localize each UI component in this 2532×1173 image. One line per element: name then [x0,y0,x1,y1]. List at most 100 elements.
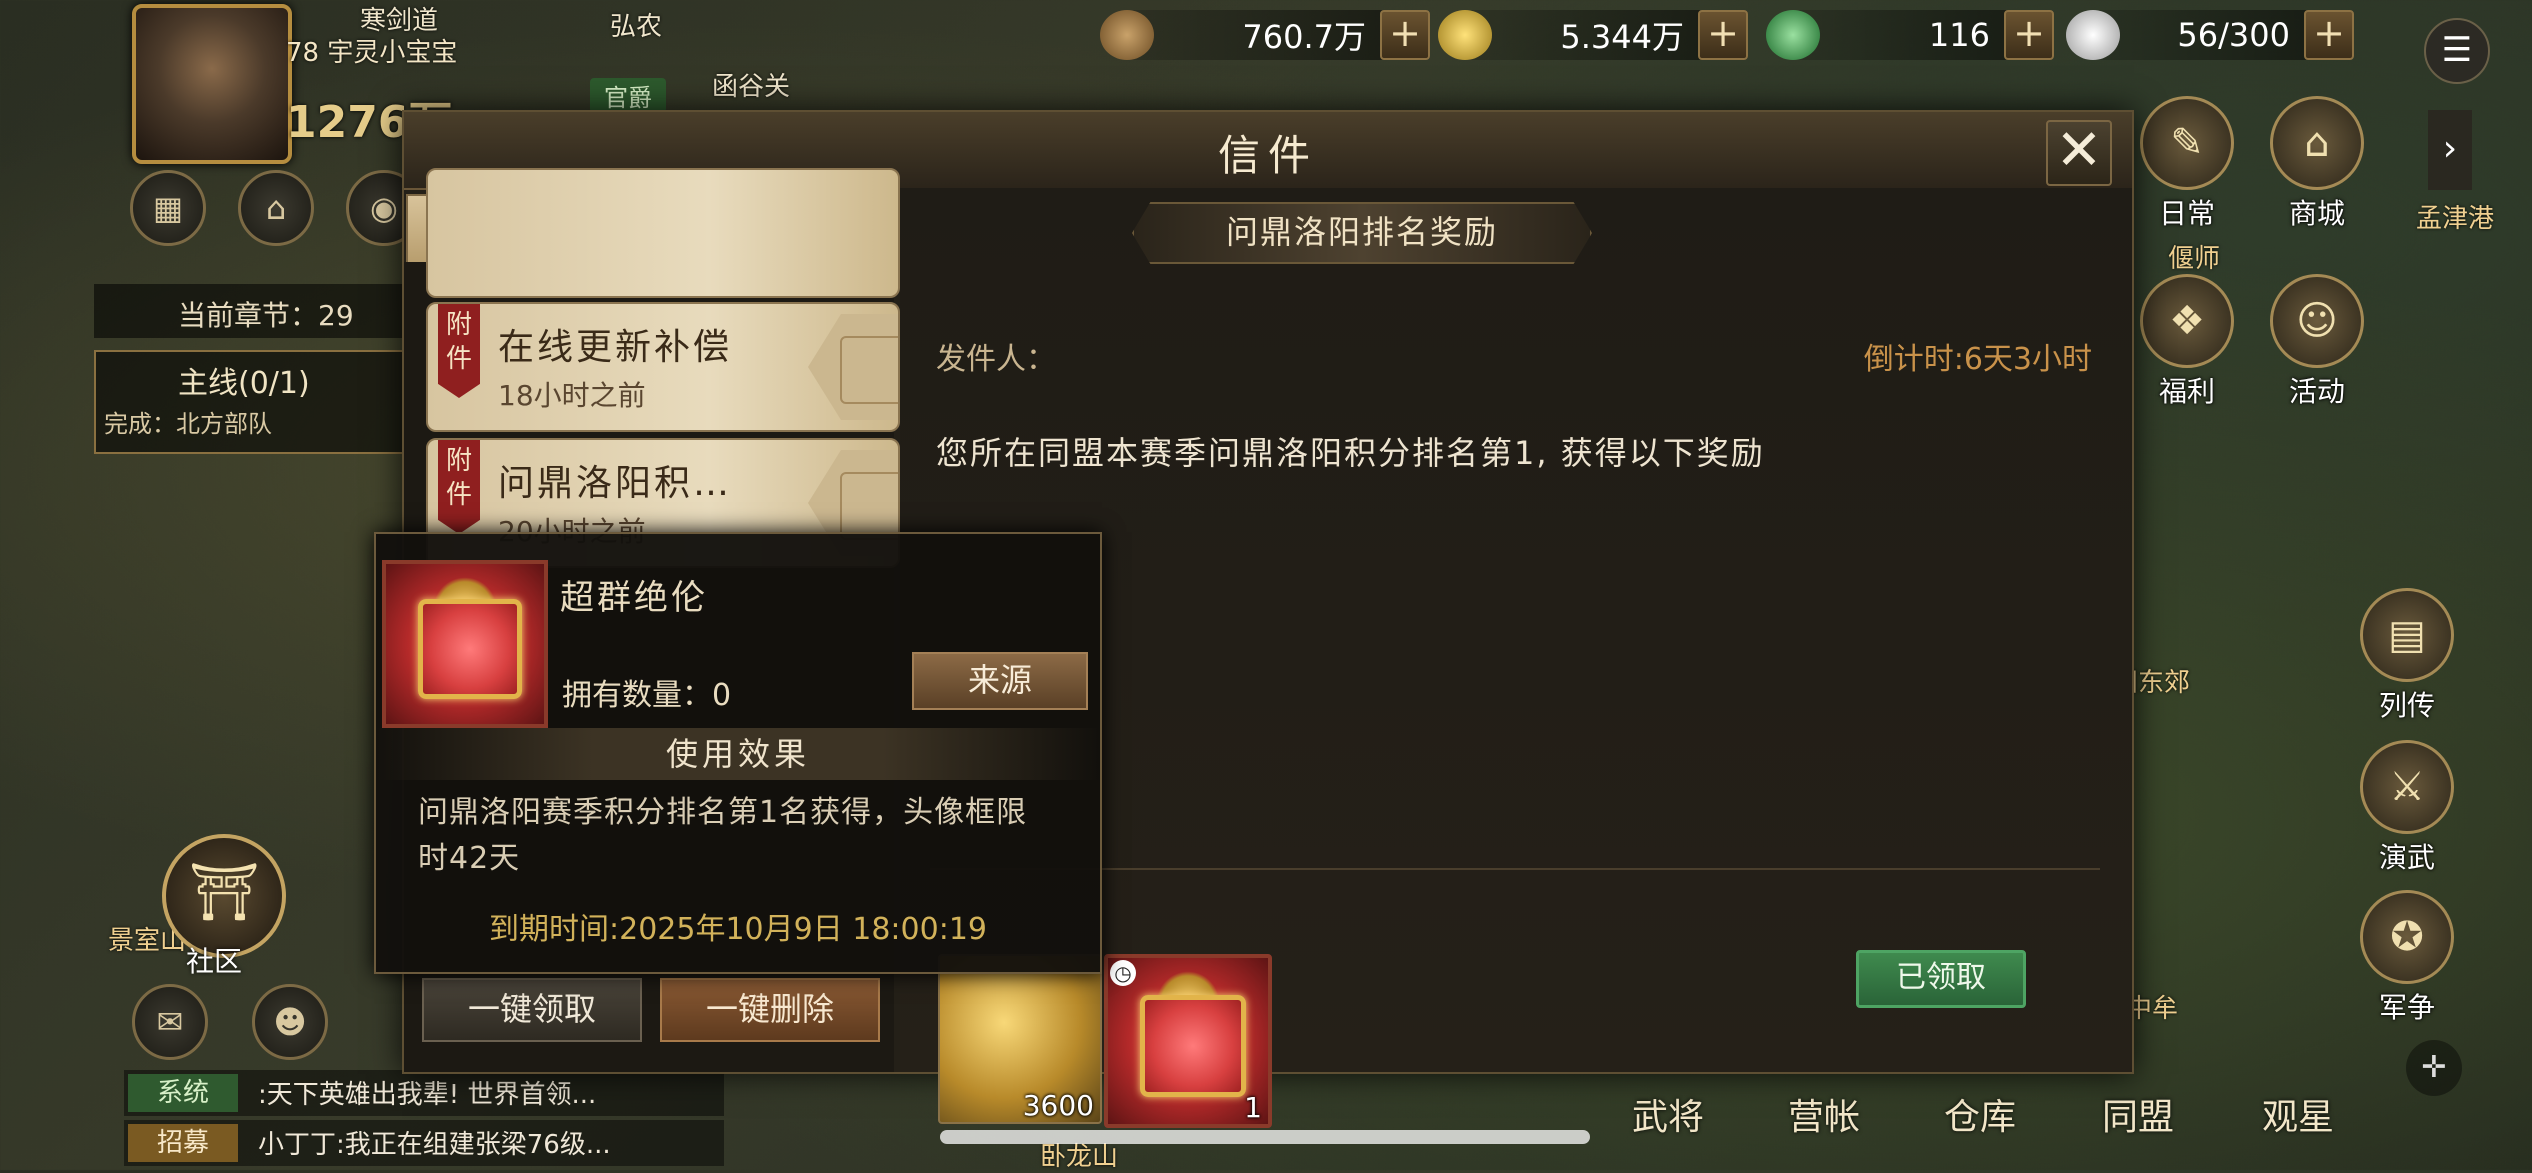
biography-button[interactable]: ▤ 列传 [2352,588,2462,724]
shop-label: 商城 [2288,197,2345,230]
effect-title: 使用效果 [376,728,1100,780]
benefit-label: 福利 [2158,375,2215,408]
jade-icon [1766,10,1820,60]
mail-time: 18小时之前 [498,379,646,412]
claim-all-button[interactable]: 一键领取 [422,978,642,1042]
resource-gold: 5.344万 + [1438,10,1748,60]
nav-generals[interactable]: 武将 [1632,1088,1704,1140]
add-copper-button[interactable]: + [1380,10,1430,60]
reward-count: 1 [1244,1091,1262,1124]
divider [930,868,2100,870]
source-button[interactable]: 来源 [912,652,1088,710]
mail-subject: 问鼎洛阳排名奖励 [1132,202,1592,264]
close-icon: ✕ [2055,118,2103,183]
compass-icon[interactable]: ✛ [2406,1040,2462,1096]
activity-icon: ☺ [2270,274,2364,368]
chat-text: :天下英雄出我辈! 世界首领... [258,1080,597,1110]
nav-alliance[interactable]: 同盟 [2102,1088,2174,1140]
add-jade-button[interactable]: + [2004,10,2054,60]
mail-arrow-icon [808,314,898,420]
resource-value: 56/300 [2177,16,2290,54]
resource-value: 760.7万 [1242,18,1366,56]
calendar-icon[interactable]: ▦ [130,170,206,246]
attachment-tag: 附件 [438,440,480,534]
gift-icon: ❖ [2140,274,2234,368]
add-gold-button[interactable]: + [1698,10,1748,60]
attachment-tag: 附件 [438,304,480,398]
crossed-swords-icon: ⚔ [2360,740,2454,834]
menu-icon[interactable]: ☰ [2424,18,2490,84]
mail-item[interactable]: 附件 在线更新补偿 18小时之前 [426,302,900,432]
benefit-button[interactable]: ❖ 福利 [2132,274,2242,410]
expand-arrow-icon[interactable]: › [2428,110,2472,190]
map-tag-hanguguan: 函谷关 [712,72,791,102]
mail-icon[interactable]: ✉ [132,984,208,1060]
chat-tag: 招募 [128,1124,238,1162]
expire-time: 到期时间:2025年10月9日 18:00:19 [489,912,987,947]
resource-jade: 116 + [1766,10,2054,60]
activity-button[interactable]: ☺ 活动 [2262,274,2372,410]
nav-camp[interactable]: 营帐 [1788,1088,1860,1140]
player-avatar[interactable] [132,4,292,164]
resource-copper: 760.7万 + [1100,10,1430,60]
sender-label: 发件人： [936,342,1056,377]
biography-label: 列传 [2378,689,2435,722]
daily-button[interactable]: ✎ 日常 [2132,96,2242,232]
claimed-button[interactable]: 已领取 [1856,950,2026,1008]
war-button[interactable]: ✪ 军争 [2352,890,2462,1026]
reward-avatar-frame[interactable]: ◷ 1 [1104,954,1272,1128]
drill-button[interactable]: ⚔ 演武 [2352,740,2462,876]
chat-message[interactable]: 招募 小丁丁:我正在组建张梁76级... [124,1120,724,1166]
map-label-yanshi: 偃师 [2168,244,2221,274]
mail-title: 在线更新补偿 [498,327,733,368]
clock-icon: ◷ [1110,960,1136,986]
war-icon: ✪ [2360,890,2454,984]
chat-message[interactable]: 系统 :天下英雄出我辈! 世界首领... [124,1070,724,1116]
item-name: 超群绝伦 [560,578,708,618]
home-indicator[interactable] [940,1130,1590,1144]
gold-coin-icon [1438,10,1492,60]
close-button[interactable]: ✕ [2046,120,2112,186]
map-tag-guanjue: 官爵 [590,78,666,113]
resource-value: 116 [1928,16,1990,54]
friends-icon[interactable]: ☻ [252,984,328,1060]
shop-button[interactable]: ⌂ 商城 [2262,96,2372,232]
chapter-label: 当前章节：29 [178,299,354,332]
coins-icon [1100,10,1154,60]
war-label: 军争 [2378,991,2435,1024]
delete-all-button[interactable]: 一键删除 [660,978,880,1042]
reward-coin[interactable]: 3600 [938,954,1102,1124]
item-tooltip: 超群绝伦 拥有数量：0 来源 使用效果 问鼎洛阳赛季积分排名第1名获得，头像框限… [374,532,1102,974]
shop-icon: ⌂ [2270,96,2364,190]
community-label: 社区 [186,945,243,978]
mail-body: 您所在同盟本赛季问鼎洛阳积分排名第1, 获得以下奖励 [936,434,1765,472]
nav-stargazing[interactable]: 观星 [2262,1088,2334,1140]
item-owned-count: 拥有数量：0 [562,678,732,713]
book-icon: ▤ [2360,588,2454,682]
reward-count: 3600 [1022,1089,1094,1122]
nav-warehouse[interactable]: 仓库 [1944,1088,2016,1140]
chapter-panel[interactable]: 当前章节：29 [94,284,414,338]
countdown: 倒计时:6天3小时 [1863,342,2092,377]
item-description: 问鼎洛阳赛季积分排名第1名获得，头像框限时42天 [418,795,1028,876]
mail-item[interactable] [426,168,900,298]
chat-text: 小丁丁:我正在组建张梁76级... [258,1130,611,1160]
mainline-quest[interactable]: 主线(0/1) 完成：北方部队 [94,350,418,454]
scroll-icon: ✎ [2140,96,2234,190]
resource-stamina: 56/300 + [2066,10,2354,60]
daily-label: 日常 [2158,197,2215,230]
resource-value: 5.344万 [1560,18,1684,56]
player-name: 78 宇灵小宝宝 [286,38,458,68]
activity-label: 活动 [2288,375,2345,408]
add-stamina-button[interactable]: + [2304,10,2354,60]
mainline-complete: 完成：北方部队 [104,410,272,438]
chat-tag: 系统 [128,1074,238,1112]
palace-icon[interactable]: ⌂ [238,170,314,246]
stamina-icon [2066,10,2120,60]
mail-title: 问鼎洛阳积… [498,463,733,504]
drill-label: 演武 [2378,841,2435,874]
mainline-label: 主线(0/1) [178,366,310,401]
map-label-mengjingang: 孟津港 [2416,204,2495,234]
map-tag-hongnong: 弘农 [610,12,663,42]
avatar-frame-icon [382,560,548,728]
